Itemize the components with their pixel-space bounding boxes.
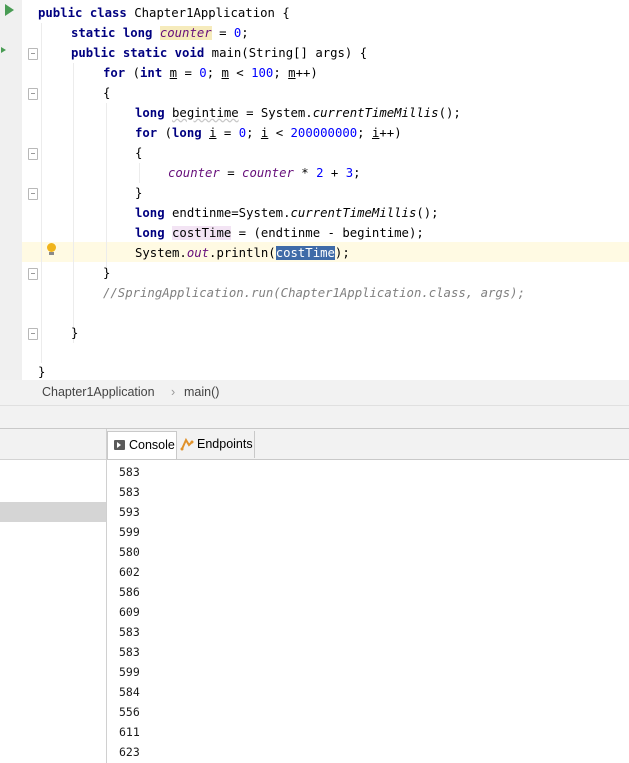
code-line-7: for (long i = 0; i < 200000000; i++) — [135, 126, 402, 140]
run-tree-toolbar — [0, 429, 106, 460]
selected-text: costTime — [275, 246, 335, 260]
console-line: 602 — [119, 565, 140, 579]
fold-marker[interactable] — [28, 268, 38, 280]
console-line: 583 — [119, 625, 140, 639]
console-line: 599 — [119, 525, 140, 539]
fold-marker[interactable] — [28, 88, 38, 100]
editor-gutter — [0, 0, 22, 380]
code-line-1: public class Chapter1Application { — [38, 6, 290, 20]
console-line: 623 — [119, 745, 140, 759]
code-line-10: } — [135, 186, 143, 200]
fold-marker[interactable] — [28, 148, 38, 160]
tab-console[interactable]: Console — [107, 431, 177, 459]
lightbulb-base — [49, 252, 54, 255]
console-line: 584 — [119, 685, 140, 699]
console-line: 583 — [119, 465, 140, 479]
console-line: 611 — [119, 725, 140, 739]
code-line-15: //SpringApplication.run(Chapter1Applicat… — [103, 286, 525, 300]
code-line-12: long costTime = (endtinme - begintime); — [135, 226, 424, 240]
code-line-19: } — [38, 365, 46, 379]
console-line: 609 — [119, 605, 140, 619]
console-output[interactable]: 583 583 593 599 580 602 586 609 583 583 … — [119, 462, 140, 762]
console-line: 593 — [119, 505, 140, 519]
code-line-17: } — [71, 326, 79, 340]
lightbulb-icon[interactable] — [47, 243, 56, 252]
breadcrumb-method[interactable]: main() — [184, 385, 219, 399]
code-editor[interactable]: public class Chapter1Application { stati… — [0, 0, 629, 380]
fold-marker[interactable] — [28, 48, 38, 60]
console-icon — [114, 440, 125, 450]
code-line-6: long begintime = System.currentTimeMilli… — [135, 106, 461, 120]
run-tree-pane — [0, 429, 107, 763]
console-line: 580 — [119, 545, 140, 559]
code-line-11: long endtinme=System.currentTimeMillis()… — [135, 206, 439, 220]
code-line-9: counter = counter * 2 + 3; — [168, 166, 361, 180]
fold-marker[interactable] — [28, 188, 38, 200]
tab-console-label: Console — [129, 438, 175, 452]
breadcrumb-separator: › — [171, 385, 176, 399]
code-line-8: { — [135, 146, 143, 160]
console-line: 599 — [119, 665, 140, 679]
run-tree-selected-row[interactable] — [0, 502, 106, 522]
endpoints-icon — [180, 437, 194, 451]
code-line-4: for (int m = 0; m < 100; m++) — [103, 66, 318, 80]
code-line-5: { — [103, 86, 111, 100]
run-class-icon[interactable] — [5, 4, 14, 16]
breadcrumb: Chapter1Application › main() — [0, 380, 629, 406]
tool-tabs: Console Endpoints — [107, 429, 629, 460]
console-line: 583 — [119, 645, 140, 659]
code-line-13: System.out.println(costTime); — [135, 246, 350, 260]
console-line: 556 — [119, 705, 140, 719]
console-line: 586 — [119, 585, 140, 599]
tab-endpoints[interactable]: Endpoints — [176, 431, 255, 458]
code-line-2: static long counter = 0; — [71, 26, 249, 40]
code-line-14: } — [103, 266, 111, 280]
fold-marker[interactable] — [28, 328, 38, 340]
tab-endpoints-label: Endpoints — [197, 437, 253, 451]
tool-window-header — [0, 406, 629, 428]
console-line: 583 — [119, 485, 140, 499]
run-tool-window: Console Endpoints 583 583 593 599 580 60… — [0, 428, 629, 763]
breadcrumb-class[interactable]: Chapter1Application — [42, 385, 155, 399]
run-main-icon[interactable] — [1, 47, 6, 53]
code-line-3: public static void main(String[] args) { — [71, 46, 368, 60]
